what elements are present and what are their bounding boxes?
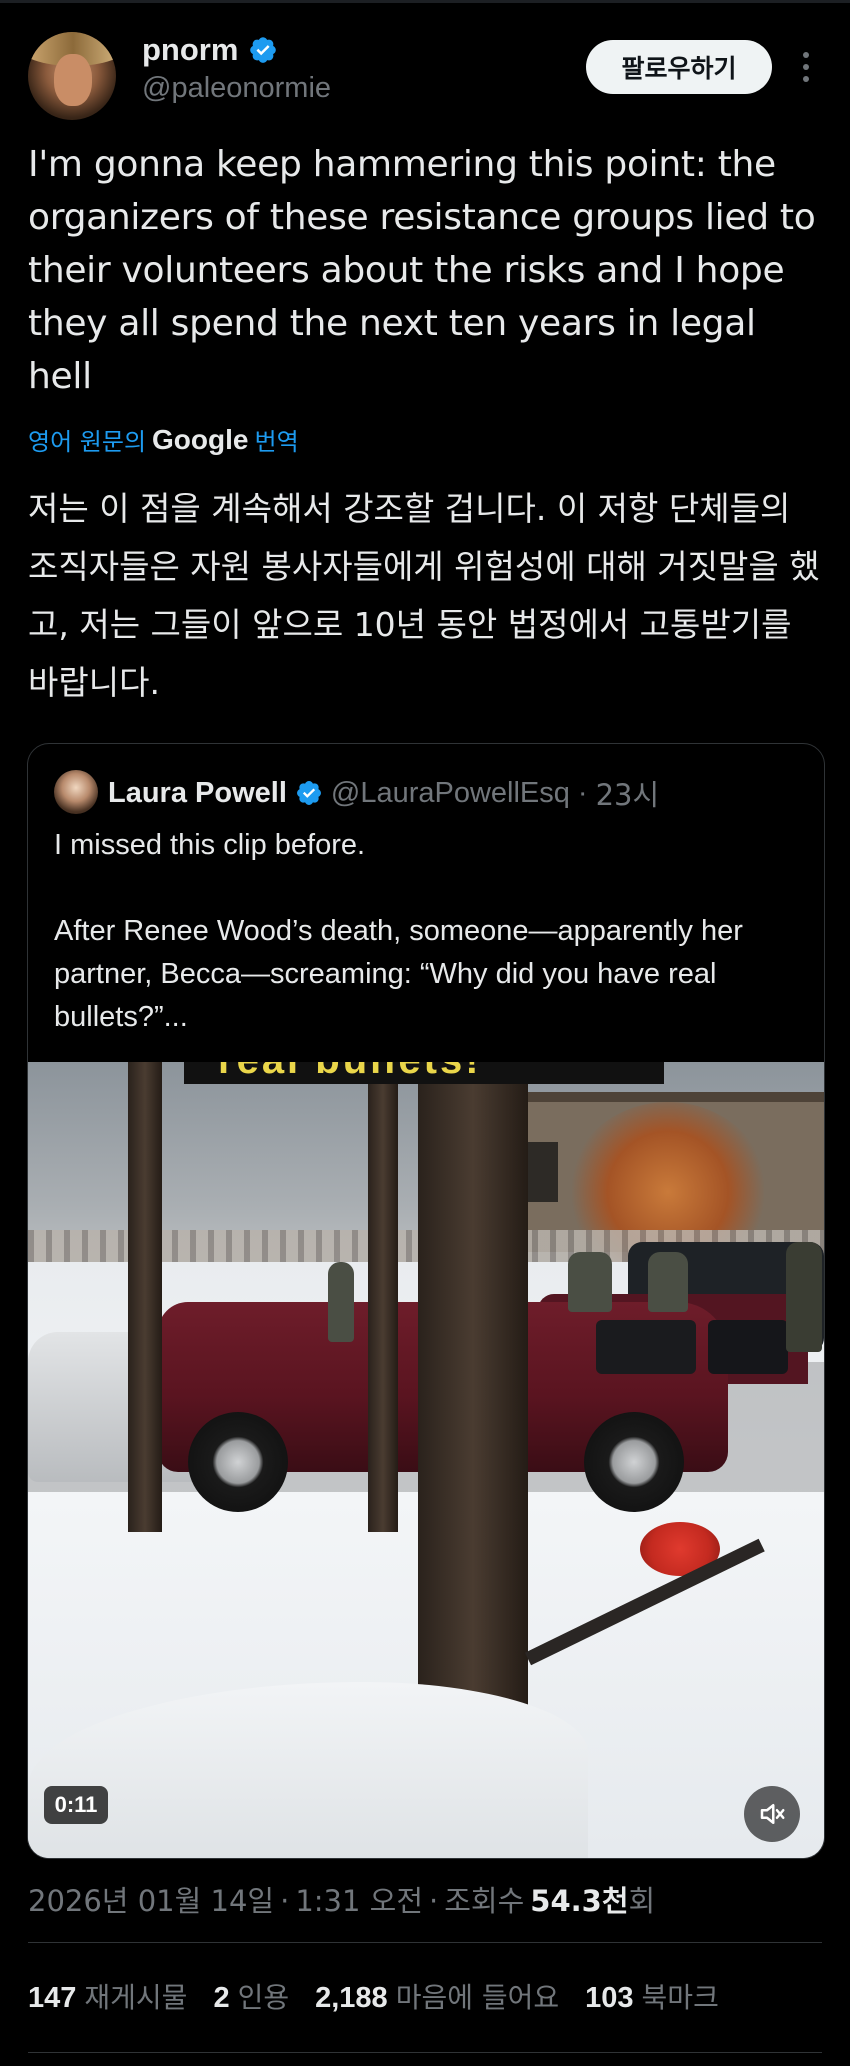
stat-label: 인용 xyxy=(237,1981,290,2014)
meta-separator: · xyxy=(280,1884,290,1918)
quoted-author-avatar[interactable] xyxy=(54,770,98,814)
quoted-separator: · xyxy=(577,776,588,809)
quoted-timestamp: 23시 xyxy=(595,778,660,812)
views-label: 조회수 xyxy=(444,1884,525,1918)
verified-badge-icon xyxy=(250,37,277,63)
video-scene-person xyxy=(568,1252,612,1312)
quoted-author-row: Laura Powell @LauraPowellEsq · 23시 xyxy=(108,772,659,814)
quoted-text: I missed this clip before. After Renee W… xyxy=(54,829,743,1033)
meta-separator: · xyxy=(429,1884,439,1918)
video-caption: real bullets! xyxy=(218,1062,482,1083)
mute-icon[interactable] xyxy=(744,1786,800,1842)
video-scene-tree-trunk xyxy=(418,1062,528,1742)
quoted-display-name: Laura Powell xyxy=(108,776,287,809)
author-avatar[interactable] xyxy=(28,32,116,120)
quoted-handle: @LauraPowellEsq xyxy=(330,776,570,809)
stat-value: 2,188 xyxy=(315,1982,388,2014)
author-handle[interactable]: @paleonormie xyxy=(142,72,331,105)
video-scene-person xyxy=(648,1252,688,1312)
tweet-text: I'm gonna keep hammering this point: the… xyxy=(28,144,816,397)
video-scene-person xyxy=(328,1262,354,1342)
quoted-tweet-card[interactable]: Laura Powell @LauraPowellEsq · 23시 I mis… xyxy=(27,743,825,1859)
author-display-name[interactable]: pnorm xyxy=(142,32,238,68)
video-scene-tree-trunk xyxy=(128,1062,162,1532)
tweet-date: 2026년 01월 14일 xyxy=(28,1884,275,1918)
stat-label: 마음에 들어요 xyxy=(395,1981,560,2014)
video-scene-suv-window xyxy=(708,1320,788,1374)
video-scene-wheel xyxy=(584,1412,684,1512)
top-divider xyxy=(0,0,850,3)
video-scene-wheel xyxy=(188,1412,288,1512)
stat-label: 북마크 xyxy=(641,1981,719,2014)
views-suffix: 회 xyxy=(628,1884,656,1918)
video-scene-tree-trunk xyxy=(368,1062,398,1532)
tweet-time: 1:31 오전 xyxy=(295,1884,424,1918)
more-options-icon[interactable] xyxy=(794,44,818,90)
stat-label: 재게시물 xyxy=(84,1981,188,2014)
stat-bookmarks[interactable]: 103 북마크 xyxy=(585,1976,719,2016)
video-scene-person xyxy=(786,1242,822,1352)
stat-value: 147 xyxy=(28,1982,77,2014)
translated-text: 저는 이 점을 계속해서 강조할 겁니다. 이 저항 단체들의 조직자들은 자원… xyxy=(28,489,820,702)
stat-reposts[interactable]: 147 재게시물 xyxy=(28,1976,187,2016)
quoted-video[interactable]: real bullets! 0:11 xyxy=(28,1062,824,1858)
follow-button[interactable]: 팔로우하기 xyxy=(586,40,772,94)
video-duration-badge: 0:11 xyxy=(44,1786,108,1824)
stat-likes[interactable]: 2,188 마음에 들어요 xyxy=(315,1976,559,2016)
translate-link[interactable]: 번역 xyxy=(254,422,298,457)
stat-value: 103 xyxy=(585,1982,634,2014)
translation-label: 영어 원문의 xyxy=(28,428,147,456)
video-scene-suv-window xyxy=(596,1320,696,1374)
stat-quotes[interactable]: 2 인용 xyxy=(213,1976,289,2016)
engagement-stats: 147 재게시물 2 인용 2,188 마음에 들어요 103 북마크 xyxy=(28,1976,719,2016)
views-count[interactable]: 54.3천 xyxy=(530,1878,628,1920)
tweet-meta: 2026년 01월 14일 · 1:31 오전 · 조회수 54.3천 회 xyxy=(28,1878,655,1920)
divider xyxy=(28,1942,822,1943)
author-name-row[interactable]: pnorm xyxy=(142,32,278,68)
divider xyxy=(28,2052,822,2053)
translation-attribution[interactable]: 영어 원문의 Google 번역 xyxy=(28,422,299,457)
google-logo: Google xyxy=(152,423,249,455)
stat-value: 2 xyxy=(213,1982,230,2014)
verified-badge-icon xyxy=(296,781,321,805)
